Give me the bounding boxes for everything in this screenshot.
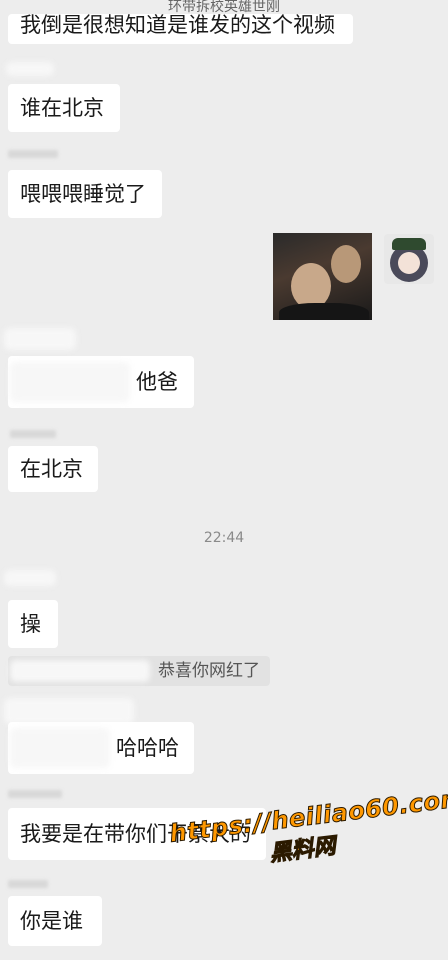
message-text: 我倒是很想知道是谁发的这个视频 (20, 14, 335, 37)
message-text: 在北京 (20, 457, 83, 481)
chat-title: 环带拆校英雄世刚 (168, 0, 280, 14)
redacted-sender-name (8, 880, 48, 888)
message-bubble[interactable]: 谁在北京 (8, 84, 120, 132)
message-bubble[interactable]: 我倒是很想知道是谁发的这个视频 (8, 14, 353, 44)
message-text: 操 (20, 612, 41, 636)
redacted-sender-name (8, 790, 62, 798)
system-message-text: 恭喜你网红了 (158, 661, 260, 681)
watermark-overlay: https://heiliao60.com 黑料网 (168, 783, 448, 879)
redacted-message-part (10, 728, 110, 768)
redacted-system-part (10, 660, 150, 682)
redacted-sender-name (4, 328, 76, 350)
avatar-face (398, 252, 420, 274)
redacted-sender-name (6, 62, 54, 76)
redacted-message-part (10, 362, 130, 402)
shared-photo[interactable] (273, 233, 372, 320)
avatar-hat (392, 238, 426, 250)
redacted-sender-name (4, 570, 56, 586)
message-text: 喂喂喂睡觉了 (20, 182, 146, 206)
photo-figure-right (331, 245, 361, 283)
message-bubble[interactable]: 喂喂喂睡觉了 (8, 170, 162, 218)
redacted-sender-name (8, 150, 58, 158)
redacted-sender-name (4, 698, 134, 724)
message-bubble[interactable]: 在北京 (8, 446, 98, 492)
message-text: 你是谁 (20, 909, 83, 933)
message-text: 谁在北京 (20, 96, 104, 120)
timestamp: 22:44 (203, 530, 245, 546)
message-text: 他爸 (136, 370, 178, 394)
message-bubble[interactable]: 你是谁 (8, 896, 102, 946)
message-bubble[interactable]: 操 (8, 600, 58, 648)
photo-shoulders (279, 303, 369, 320)
user-avatar[interactable] (384, 234, 434, 284)
message-text: 哈哈哈 (116, 736, 179, 760)
redacted-sender-name (10, 430, 56, 438)
